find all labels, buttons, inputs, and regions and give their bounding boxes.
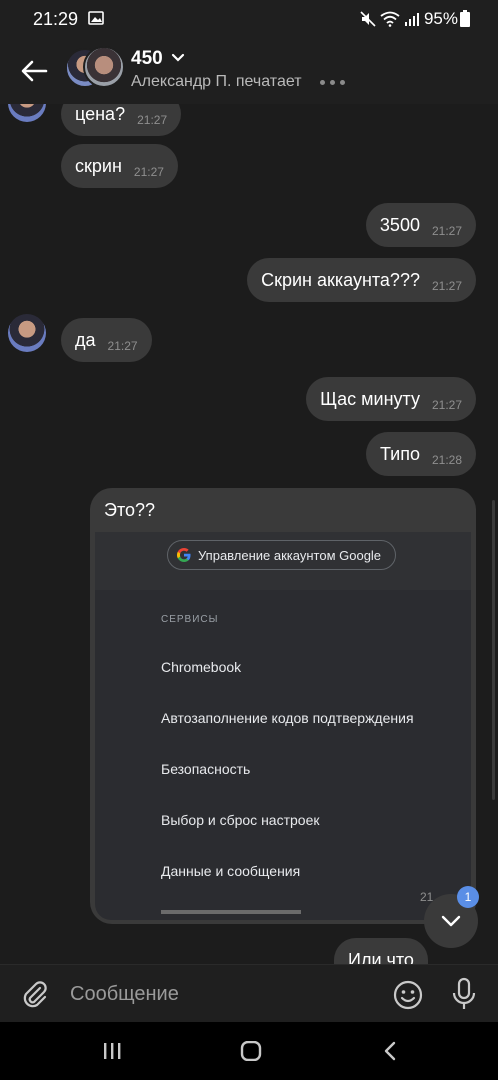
message-time: 21:27: [107, 339, 138, 353]
settings-item: Данные и сообщения: [161, 863, 301, 879]
battery-percent: 95%: [423, 9, 458, 28]
message-bubble[interactable]: Типо 21:28: [365, 432, 476, 476]
message-text: цена?: [75, 104, 126, 124]
emoji-icon[interactable]: [392, 979, 424, 1011]
home-icon[interactable]: [240, 1041, 262, 1061]
message-bubble[interactable]: Скрин аккаунта??? 21:27: [247, 258, 476, 302]
system-navbar: [0, 1022, 498, 1080]
message-time: 21:27: [431, 398, 462, 412]
message-input[interactable]: [70, 981, 370, 1007]
chat-avatar[interactable]: [65, 46, 125, 94]
settings-item: Chromebook: [161, 659, 242, 675]
settings-item-cut: [161, 910, 301, 914]
status-icons: 95%: [360, 9, 458, 29]
message-time: 21:27: [133, 165, 164, 179]
message-time: 21:28: [431, 453, 462, 467]
battery-icon: [460, 10, 470, 27]
chevron-down-icon[interactable]: [171, 52, 185, 64]
status-bar: 21:29 95%: [0, 0, 498, 38]
recent-apps-icon[interactable]: [102, 1042, 122, 1060]
chevron-down-icon: [441, 915, 461, 927]
attach-icon[interactable]: [20, 979, 50, 1009]
google-g-icon: [177, 548, 191, 562]
message-text: 3500: [379, 214, 420, 235]
settings-item: Безопасность: [161, 761, 251, 777]
message-text: Типо: [379, 443, 420, 464]
scrollbar[interactable]: [492, 500, 495, 800]
wifi-icon: [380, 11, 400, 27]
avatar: [83, 46, 125, 88]
message-bubble[interactable]: Или что: [334, 938, 428, 964]
message-text: скрин: [75, 155, 122, 176]
message-composer: [0, 964, 498, 1022]
section-header: СЕРВИСЫ: [161, 614, 219, 625]
settings-item: Автозаполнение кодов подтверждения: [161, 710, 414, 726]
message-bubble[interactable]: да 21:27: [61, 318, 152, 362]
message-text: да: [75, 329, 96, 350]
message-text: Или что: [348, 949, 414, 965]
typing-status: Александр П. печатает: [131, 73, 302, 90]
chat-title[interactable]: 450: [131, 48, 163, 70]
message-text: Это??: [104, 500, 156, 520]
message-text: Скрин аккаунта???: [261, 269, 420, 290]
message-text: Щас минуту: [320, 388, 420, 409]
message-time: 21:27: [137, 113, 168, 127]
message-time: 21:27: [431, 279, 462, 293]
manage-account-button: Управление аккаунтом Google: [167, 540, 397, 570]
back-arrow-icon[interactable]: [18, 56, 50, 86]
message-bubble[interactable]: цена? 21:27: [61, 104, 182, 136]
image-message[interactable]: Это?? Управление аккаунтом Google СЕРВИС…: [90, 488, 476, 924]
screenshot-header: Управление аккаунтом Google: [95, 532, 471, 590]
message-bubble[interactable]: 3500 21:27: [365, 203, 476, 247]
typing-indicator: [320, 80, 345, 85]
back-icon[interactable]: [382, 1041, 398, 1061]
chat-header: 450 Александр П. печатает: [0, 38, 498, 104]
message-list[interactable]: цена? 21:27 скрин 21:27 3500 21:27 Скрин…: [0, 104, 498, 964]
status-time: 21:29: [33, 9, 79, 29]
message-time: 21:27: [431, 224, 462, 238]
mic-icon[interactable]: [450, 977, 478, 1011]
settings-item: Выбор и сброс настроек: [161, 812, 320, 828]
message-bubble[interactable]: скрин 21:27: [61, 144, 178, 188]
avatar[interactable]: [8, 104, 46, 122]
message-bubble[interactable]: Щас минуту 21:27: [306, 377, 476, 421]
unread-badge: 1: [457, 886, 479, 908]
manage-account-label: Управление аккаунтом Google: [198, 547, 382, 563]
gallery-notification-icon: [88, 11, 104, 25]
signal-icon: [404, 13, 419, 26]
avatar[interactable]: [8, 314, 46, 352]
shared-screenshot[interactable]: Управление аккаунтом Google СЕРВИСЫ Chro…: [95, 532, 471, 920]
mute-icon: [360, 11, 376, 27]
